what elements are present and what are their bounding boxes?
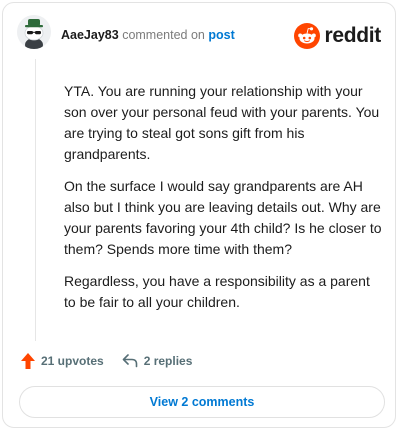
view-comments-button[interactable]: View 2 comments (19, 386, 385, 418)
avatar[interactable] (17, 15, 51, 49)
reddit-wordmark: reddit (324, 24, 381, 47)
comment-actions: 21 upvotes 2 replies (21, 353, 192, 369)
comment-paragraph: On the surface I would say grandparents … (64, 178, 382, 257)
comment-header: AaeJay83 commented on post (61, 28, 235, 42)
reddit-logo[interactable]: reddit (294, 23, 381, 49)
replies-count: 2 replies (143, 354, 193, 368)
reply-arrow-icon (122, 354, 138, 368)
upvote-count: 21 upvotes (41, 354, 104, 368)
upvote-arrow-icon (21, 353, 35, 369)
reddit-snoo-icon (294, 23, 321, 49)
comment-card: AaeJay83 commented on post reddit YTA. Y… (2, 2, 396, 428)
snoo-avatar-icon (17, 15, 51, 49)
comment-paragraph: YTA. You are running your relationship w… (64, 83, 380, 162)
commented-on-label: commented on (122, 28, 205, 42)
thread-line[interactable] (35, 59, 36, 341)
replies-button[interactable]: 2 replies (122, 354, 193, 368)
comment-paragraph: Regardless, you have a responsibility as… (64, 273, 370, 310)
upvote-button[interactable]: 21 upvotes (21, 353, 104, 369)
username-link[interactable]: AaeJay83 (61, 28, 119, 42)
post-link[interactable]: post (208, 28, 234, 42)
comment-body: YTA. You are running your relationship w… (64, 81, 382, 324)
